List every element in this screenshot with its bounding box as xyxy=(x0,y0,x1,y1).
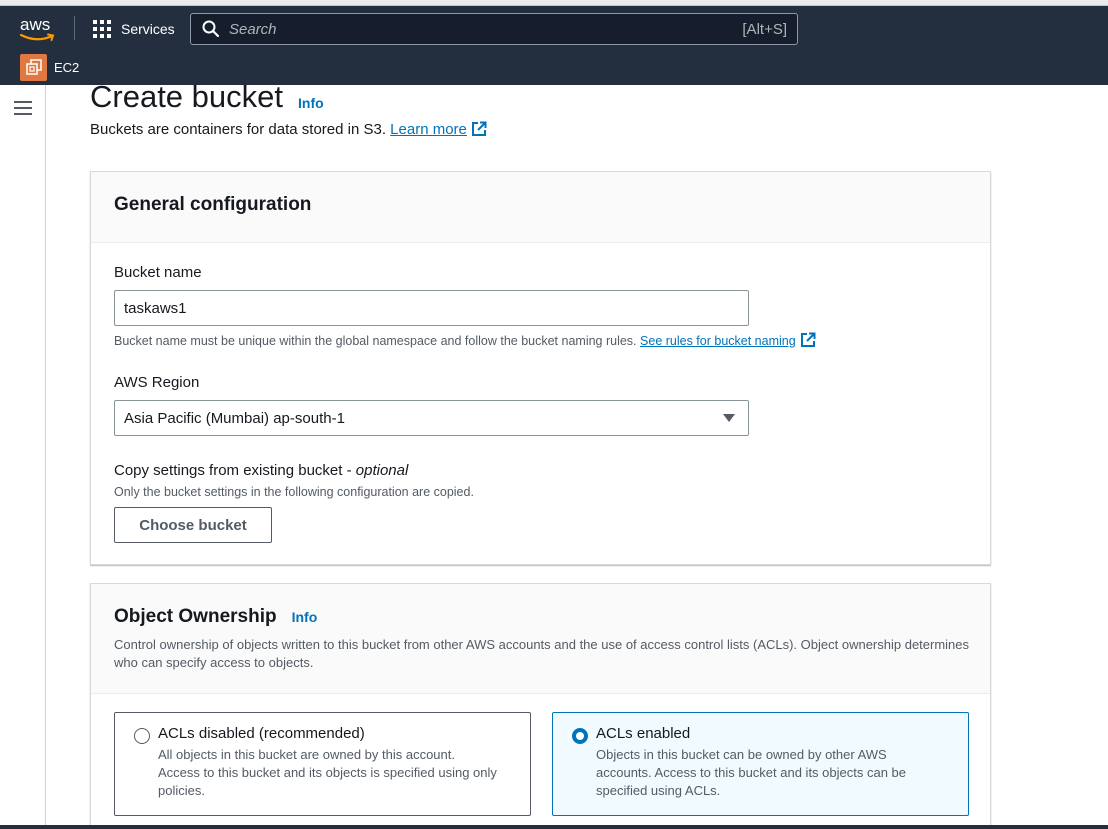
grid-icon xyxy=(93,20,111,38)
main-content: Create bucket Info Buckets are container… xyxy=(46,85,1108,829)
learn-more-link[interactable]: Learn more xyxy=(390,121,487,138)
copy-settings-label-text: Copy settings from existing bucket - xyxy=(114,462,356,479)
search-shortcut-hint: [Alt+S] xyxy=(742,20,787,38)
copy-settings-hint: Only the bucket settings in the followin… xyxy=(114,485,474,499)
object-ownership-info-link[interactable]: Info xyxy=(292,609,318,625)
general-configuration-header: General configuration xyxy=(91,172,990,243)
page-title: Create bucket xyxy=(90,85,283,114)
copy-settings-label: Copy settings from existing bucket - opt… xyxy=(114,462,408,479)
acls-enabled-tile[interactable]: ACLs enabled Objects in this bucket can … xyxy=(552,712,969,816)
object-ownership-header: Object Ownership Info Control ownership … xyxy=(91,584,990,694)
title-info-link[interactable]: Info xyxy=(298,95,324,111)
object-ownership-panel: Object Ownership Info Control ownership … xyxy=(90,583,991,829)
acls-disabled-tile[interactable]: ACLs disabled (recommended) All objects … xyxy=(114,712,531,816)
search-icon xyxy=(202,20,220,38)
aws-region-select[interactable]: Asia Pacific (Mumbai) ap-south-1 xyxy=(114,400,749,436)
acls-disabled-label: ACLs disabled (recommended) xyxy=(158,725,365,742)
object-ownership-description: Control ownership of objects written to … xyxy=(114,637,970,670)
top-navigation: aws Services [Alt+S] EC2 xyxy=(0,6,1108,85)
optional-tag: optional xyxy=(355,462,409,479)
nav-divider xyxy=(74,16,75,40)
bucket-naming-rules-link[interactable]: See rules for bucket naming xyxy=(640,332,816,348)
services-label: Services xyxy=(121,21,175,37)
caret-down-icon xyxy=(723,414,735,422)
aws-logo-text: aws xyxy=(20,15,51,34)
bucket-name-input[interactable] xyxy=(114,290,749,326)
bucket-name-label: Bucket name xyxy=(114,264,202,281)
bucket-naming-rules-label: See rules for bucket naming xyxy=(640,334,796,348)
search-input[interactable] xyxy=(229,20,743,38)
general-configuration-heading: General configuration xyxy=(114,194,312,215)
learn-more-label: Learn more xyxy=(390,121,467,138)
page-subtitle: Buckets are containers for data stored i… xyxy=(90,121,487,138)
bucket-name-hint: Bucket name must be unique within the gl… xyxy=(114,332,816,348)
aws-region-label: AWS Region xyxy=(114,374,200,391)
external-link-icon xyxy=(800,332,816,347)
general-configuration-panel: General configuration Bucket name Bucket… xyxy=(90,171,991,565)
subtitle-text: Buckets are containers for data stored i… xyxy=(90,121,386,138)
bottom-strip xyxy=(0,825,1108,829)
search-bar[interactable]: [Alt+S] xyxy=(190,13,798,45)
acls-enabled-description: Objects in this bucket can be owned by o… xyxy=(596,747,907,798)
ec2-label: EC2 xyxy=(54,59,80,75)
aws-region-value: Asia Pacific (Mumbai) ap-south-1 xyxy=(124,409,345,427)
favorite-ec2-link[interactable]: EC2 xyxy=(20,53,80,81)
bucket-name-hint-text: Bucket name must be unique within the gl… xyxy=(114,334,637,348)
choose-bucket-button[interactable]: Choose bucket xyxy=(114,507,272,543)
acls-enabled-label: ACLs enabled xyxy=(596,725,691,742)
hamburger-menu-icon[interactable] xyxy=(14,101,32,115)
aws-logo[interactable]: aws xyxy=(20,16,60,46)
aws-smile-icon xyxy=(20,33,55,41)
side-navigation xyxy=(0,85,46,829)
acls-disabled-radio[interactable] xyxy=(134,728,150,744)
ec2-service-icon xyxy=(20,53,47,81)
acls-disabled-description: All objects in this bucket are owned by … xyxy=(158,747,497,798)
external-link-icon xyxy=(471,121,487,136)
object-ownership-heading: Object Ownership xyxy=(114,606,277,627)
acls-enabled-radio[interactable] xyxy=(572,728,588,744)
services-menu-button[interactable]: Services xyxy=(93,18,175,40)
